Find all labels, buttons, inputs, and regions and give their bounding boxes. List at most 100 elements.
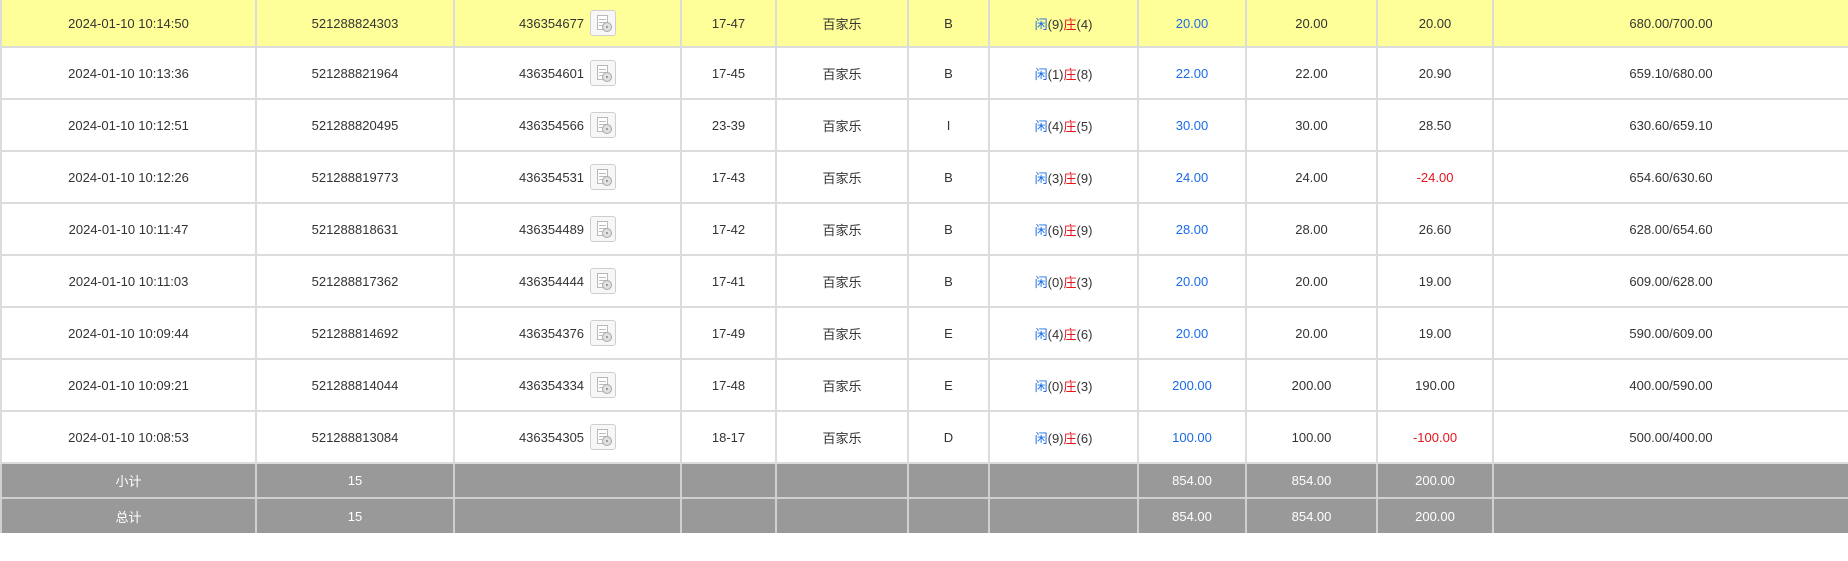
balance-cell: 680.00/700.00 [1492, 0, 1848, 48]
player-label: 闲 [1034, 222, 1048, 238]
player-label: 闲 [1034, 170, 1048, 186]
empty-cell [988, 497, 1139, 533]
table-number-cell: 17-48 [680, 358, 777, 412]
bet-amount-cell: 100.00 [1137, 410, 1247, 464]
empty-cell [907, 497, 990, 533]
round-number-cell: 436354305 [453, 410, 682, 464]
bet-type-cell: I [907, 98, 990, 152]
result-cell: 闲(6)庄(9) [988, 202, 1139, 256]
payout-cell: -100.00 [1376, 410, 1494, 464]
bet-type-cell: B [907, 0, 990, 48]
valid-bet-cell: 28.00 [1245, 202, 1378, 256]
total-count: 15 [255, 497, 455, 533]
order-number-cell: 521288821964 [255, 46, 455, 100]
bet-time-cell: 2024-01-10 10:12:26 [0, 150, 257, 204]
game-name-cell: 百家乐 [775, 98, 909, 152]
subtotal-bet: 854.00 [1137, 462, 1247, 499]
game-name-cell: 百家乐 [775, 46, 909, 100]
valid-bet-cell: 20.00 [1245, 254, 1378, 308]
round-number-cell: 436354677 [453, 0, 682, 48]
total-bet: 854.00 [1137, 497, 1247, 533]
replay-record-icon[interactable] [590, 10, 617, 36]
player-point: (0) [1047, 378, 1064, 394]
result-cell: 闲(9)庄(6) [988, 410, 1139, 464]
order-number-cell: 521288824303 [255, 0, 455, 48]
table-row: 2024-01-10 10:12:51 521288820495 436354566… [0, 98, 1848, 152]
player-label: 闲 [1034, 326, 1048, 342]
balance-cell: 628.00/654.60 [1492, 202, 1848, 256]
table-row: 2024-01-10 10:08:53 521288813084 436354305… [0, 410, 1848, 464]
round-number: 436354531 [518, 169, 585, 185]
round-number: 436354601 [518, 65, 585, 81]
balance-cell: 659.10/680.00 [1492, 46, 1848, 100]
replay-record-icon[interactable] [590, 112, 617, 138]
order-number-cell: 521288820495 [255, 98, 455, 152]
order-number-cell: 521288817362 [255, 254, 455, 308]
banker-point: (9) [1076, 170, 1093, 186]
banker-point: (9) [1076, 222, 1093, 238]
empty-cell [1492, 462, 1848, 499]
balance-cell: 609.00/628.00 [1492, 254, 1848, 308]
replay-record-icon[interactable] [590, 320, 617, 346]
bet-type-cell: D [907, 410, 990, 464]
player-point: (0) [1047, 274, 1064, 290]
empty-cell [453, 462, 682, 499]
valid-bet-cell: 22.00 [1245, 46, 1378, 100]
bet-amount-cell: 22.00 [1137, 46, 1247, 100]
bet-amount-cell: 28.00 [1137, 202, 1247, 256]
player-point: (1) [1047, 66, 1064, 82]
total-valid-bet: 854.00 [1245, 497, 1378, 533]
result-cell: 闲(9)庄(4) [988, 0, 1139, 48]
replay-record-icon[interactable] [590, 424, 617, 450]
round-number-cell: 436354376 [453, 306, 682, 360]
replay-record-icon[interactable] [590, 216, 617, 242]
order-number-cell: 521288813084 [255, 410, 455, 464]
valid-bet-cell: 100.00 [1245, 410, 1378, 464]
payout-cell: 190.00 [1376, 358, 1494, 412]
bet-amount-cell: 20.00 [1137, 254, 1247, 308]
banker-label: 庄 [1063, 222, 1077, 238]
table-number-cell: 17-45 [680, 46, 777, 100]
player-point: (4) [1047, 326, 1064, 342]
table-body: 2024-01-10 10:14:50 521288824303 436354677… [0, 0, 1848, 464]
total-payout: 200.00 [1376, 497, 1494, 533]
balance-cell: 500.00/400.00 [1492, 410, 1848, 464]
banker-label: 庄 [1063, 274, 1077, 290]
replay-record-icon[interactable] [590, 268, 617, 294]
table-number-cell: 17-49 [680, 306, 777, 360]
banker-label: 庄 [1063, 326, 1077, 342]
replay-record-icon[interactable] [590, 60, 617, 86]
table-row: 2024-01-10 10:14:50 521288824303 436354677… [0, 0, 1848, 48]
bet-type-cell: B [907, 150, 990, 204]
bet-amount-cell: 20.00 [1137, 306, 1247, 360]
bet-time-cell: 2024-01-10 10:11:47 [0, 202, 257, 256]
banker-label: 庄 [1063, 170, 1077, 186]
total-row: 总计 15 854.00 854.00 200.00 [0, 497, 1848, 533]
result-cell: 闲(4)庄(5) [988, 98, 1139, 152]
bet-type-cell: E [907, 358, 990, 412]
empty-cell [680, 497, 777, 533]
round-number-cell: 436354531 [453, 150, 682, 204]
game-name-cell: 百家乐 [775, 202, 909, 256]
bet-type-cell: B [907, 202, 990, 256]
round-number-cell: 436354566 [453, 98, 682, 152]
empty-cell [988, 462, 1139, 499]
round-number: 436354334 [518, 377, 585, 393]
result-cell: 闲(1)庄(8) [988, 46, 1139, 100]
bet-amount-cell: 200.00 [1137, 358, 1247, 412]
table-number-cell: 17-47 [680, 0, 777, 48]
empty-cell [775, 497, 909, 533]
result-cell: 闲(0)庄(3) [988, 358, 1139, 412]
table-row: 2024-01-10 10:09:44 521288814692 436354376… [0, 306, 1848, 360]
bet-type-cell: B [907, 46, 990, 100]
payout-cell: 20.90 [1376, 46, 1494, 100]
balance-cell: 400.00/590.00 [1492, 358, 1848, 412]
result-cell: 闲(3)庄(9) [988, 150, 1139, 204]
bet-time-cell: 2024-01-10 10:08:53 [0, 410, 257, 464]
replay-record-icon[interactable] [590, 164, 617, 190]
replay-record-icon[interactable] [590, 372, 617, 398]
valid-bet-cell: 30.00 [1245, 98, 1378, 152]
round-number: 436354444 [518, 273, 585, 289]
bet-time-cell: 2024-01-10 10:11:03 [0, 254, 257, 308]
banker-label: 庄 [1063, 430, 1077, 446]
